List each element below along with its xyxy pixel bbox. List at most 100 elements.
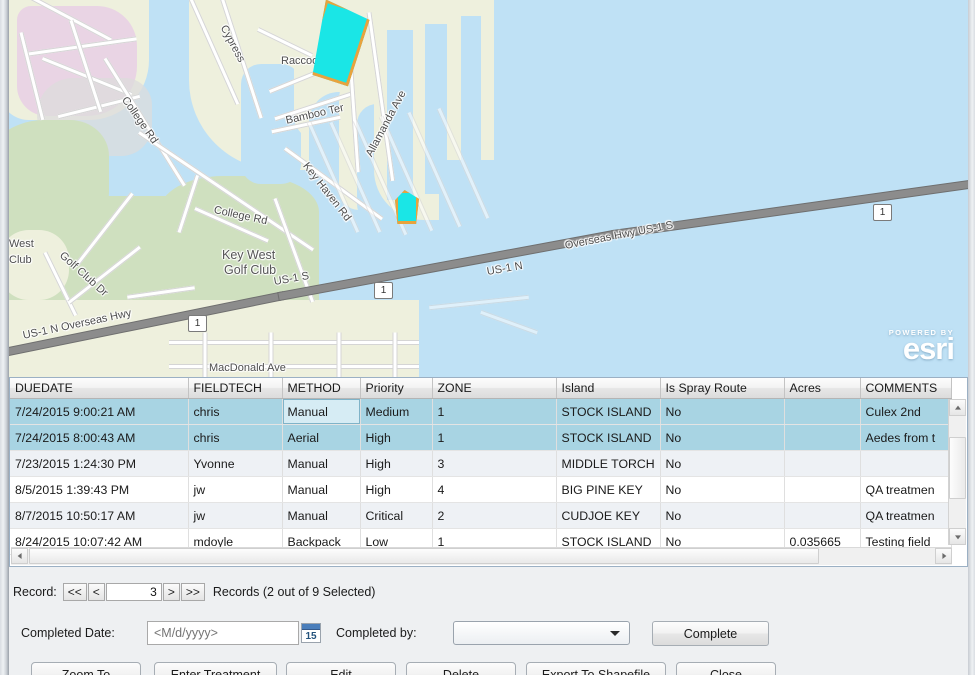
table-cell[interactable]: 8/5/2015 1:39:43 PM <box>10 476 189 503</box>
scroll-up-arrow-icon[interactable] <box>949 399 966 416</box>
table-cell[interactable]: 2 <box>432 502 557 529</box>
table-header-row: DUEDATE FIELDTECH METHOD Priority ZONE Island… <box>10 378 952 399</box>
table-row[interactable]: 7/23/2015 1:24:30 PM Yvonne Manual High 3 MID… <box>10 450 952 477</box>
window-right-edge <box>968 0 975 675</box>
table-cell[interactable]: STOCK ISLAND <box>556 398 661 425</box>
action-button[interactable]: Zoom To <box>31 662 141 675</box>
column-header[interactable]: Acres <box>784 378 861 399</box>
table-cell[interactable]: jw <box>188 476 283 503</box>
table-cell[interactable] <box>784 476 861 503</box>
action-button[interactable]: Edit <box>286 662 396 675</box>
table-cell[interactable]: Manual <box>282 450 361 477</box>
scroll-right-arrow-icon[interactable] <box>935 548 952 564</box>
calendar-picker-icon[interactable]: 15 <box>301 623 321 643</box>
highway-shield-icon: 1 <box>873 204 892 221</box>
previous-record-button[interactable]: < <box>87 583 105 601</box>
map-shields: 1 1 1 <box>9 0 968 377</box>
table-row[interactable]: 8/7/2015 10:50:17 AM jw Manual Critical 2 CUD… <box>10 502 952 529</box>
vertical-scrollbar-thumb[interactable] <box>949 437 966 499</box>
table-cell[interactable]: Critical <box>360 502 433 529</box>
table-cell[interactable]: 1 <box>432 424 557 451</box>
table-cell[interactable]: chris <box>188 424 283 451</box>
table-cell[interactable]: No <box>660 502 785 529</box>
esri-brand-text: esri <box>902 331 955 366</box>
table-cell[interactable]: QA treatmen <box>860 476 952 503</box>
table-cell[interactable]: CUDJOE KEY <box>556 502 661 529</box>
table-body: 7/24/2015 9:00:21 AM chris Manual Medium 1 ST… <box>10 398 952 555</box>
table-cell[interactable]: chris <box>188 398 283 425</box>
column-header[interactable]: METHOD <box>282 378 361 399</box>
action-button[interactable]: Enter Treatment <box>154 662 277 675</box>
table-row[interactable]: 7/24/2015 9:00:21 AM chris Manual Medium 1 ST… <box>10 398 952 425</box>
horizontal-scrollbar-thumb[interactable] <box>29 548 819 564</box>
action-button[interactable]: Export To Shapefile <box>526 662 666 675</box>
column-header[interactable]: FIELDTECH <box>188 378 283 399</box>
table-cell[interactable]: Manual <box>282 476 361 503</box>
action-button-row: Zoom To Enter Treatment Edit Delete Export T… <box>9 662 968 675</box>
table-cell[interactable]: 4 <box>432 476 557 503</box>
complete-button[interactable]: Complete <box>652 621 769 646</box>
chevron-down-icon <box>610 631 620 636</box>
application-window: Cypress Raccoon Bamboo Ter Key Haven Rd Alla… <box>0 0 975 675</box>
table-cell[interactable]: Aedes from t <box>860 424 952 451</box>
record-label: Record: <box>13 585 57 599</box>
table-cell[interactable]: 3 <box>432 450 557 477</box>
table-cell[interactable]: BIG PINE KEY <box>556 476 661 503</box>
table-cell[interactable]: 8/7/2015 10:50:17 AM <box>10 502 189 529</box>
last-record-button[interactable]: >> <box>180 583 205 601</box>
table-cell[interactable] <box>784 502 861 529</box>
column-header[interactable]: DUEDATE <box>10 378 189 399</box>
completion-form: Completed Date: 15 Completed by: Complet… <box>9 610 968 658</box>
table-cell[interactable]: High <box>360 476 433 503</box>
completed-by-label: Completed by: <box>336 626 417 640</box>
column-header[interactable]: Is Spray Route <box>660 378 785 399</box>
table-cell[interactable]: Medium <box>360 398 433 425</box>
table-row[interactable]: 7/24/2015 8:00:43 AM chris Aerial High 1 STOC… <box>10 424 952 451</box>
record-status-text: Records (2 out of 9 Selected) <box>212 585 376 599</box>
attribute-table[interactable]: DUEDATE FIELDTECH METHOD Priority ZONE Island… <box>9 377 968 567</box>
table-cell[interactable]: STOCK ISLAND <box>556 424 661 451</box>
table-cell[interactable]: No <box>660 424 785 451</box>
column-header[interactable]: Priority <box>360 378 433 399</box>
first-record-button[interactable]: << <box>62 583 87 601</box>
table-cell[interactable]: Manual <box>282 502 361 529</box>
column-header[interactable]: Island <box>556 378 661 399</box>
table-cell[interactable] <box>784 450 861 477</box>
table-cell[interactable]: High <box>360 424 433 451</box>
table-cell[interactable]: 7/24/2015 8:00:43 AM <box>10 424 189 451</box>
current-record-input[interactable] <box>105 583 162 601</box>
completed-date-input[interactable] <box>147 621 299 645</box>
table-row[interactable]: 8/5/2015 1:39:43 PM jw Manual High 4 BIG PINE… <box>10 476 952 503</box>
table-cell[interactable]: QA treatmen <box>860 502 952 529</box>
action-button[interactable]: Delete <box>406 662 516 675</box>
table-cell[interactable]: High <box>360 450 433 477</box>
column-header[interactable]: COMMENTS <box>860 378 952 399</box>
table-cell[interactable] <box>784 424 861 451</box>
table-cell[interactable]: No <box>660 476 785 503</box>
table-cell[interactable]: No <box>660 398 785 425</box>
table-cell[interactable]: MIDDLE TORCH <box>556 450 661 477</box>
map-canvas[interactable]: Cypress Raccoon Bamboo Ter Key Haven Rd Alla… <box>9 0 968 377</box>
table-cell[interactable] <box>784 398 861 425</box>
column-header[interactable]: ZONE <box>432 378 557 399</box>
table-cell[interactable] <box>860 450 952 477</box>
table-vertical-scrollbar[interactable] <box>948 399 966 545</box>
next-record-button[interactable]: > <box>162 583 180 601</box>
table-cell[interactable]: jw <box>188 502 283 529</box>
table-cell[interactable]: 1 <box>432 398 557 425</box>
record-navigation-bar: Record: << < > >> Records (2 out of 9 Se… <box>9 580 968 604</box>
table-cell[interactable]: Aerial <box>282 424 361 451</box>
action-button[interactable]: Close <box>676 662 776 675</box>
scroll-left-arrow-icon[interactable] <box>11 548 28 564</box>
table-cell[interactable]: No <box>660 450 785 477</box>
table-cell[interactable]: Yvonne <box>188 450 283 477</box>
table-cell[interactable]: Culex 2nd <box>860 398 952 425</box>
table-cell[interactable]: 7/23/2015 1:24:30 PM <box>10 450 189 477</box>
table-horizontal-scrollbar[interactable] <box>11 547 952 565</box>
completed-by-dropdown[interactable] <box>453 621 630 645</box>
table-cell[interactable]: Manual <box>282 398 361 425</box>
table-cell[interactable]: 7/24/2015 9:00:21 AM <box>10 398 189 425</box>
scroll-down-arrow-icon[interactable] <box>949 528 966 545</box>
attribute-table-grid: DUEDATE FIELDTECH METHOD Priority ZONE Island… <box>10 378 952 555</box>
highway-shield-icon: 1 <box>188 315 207 332</box>
